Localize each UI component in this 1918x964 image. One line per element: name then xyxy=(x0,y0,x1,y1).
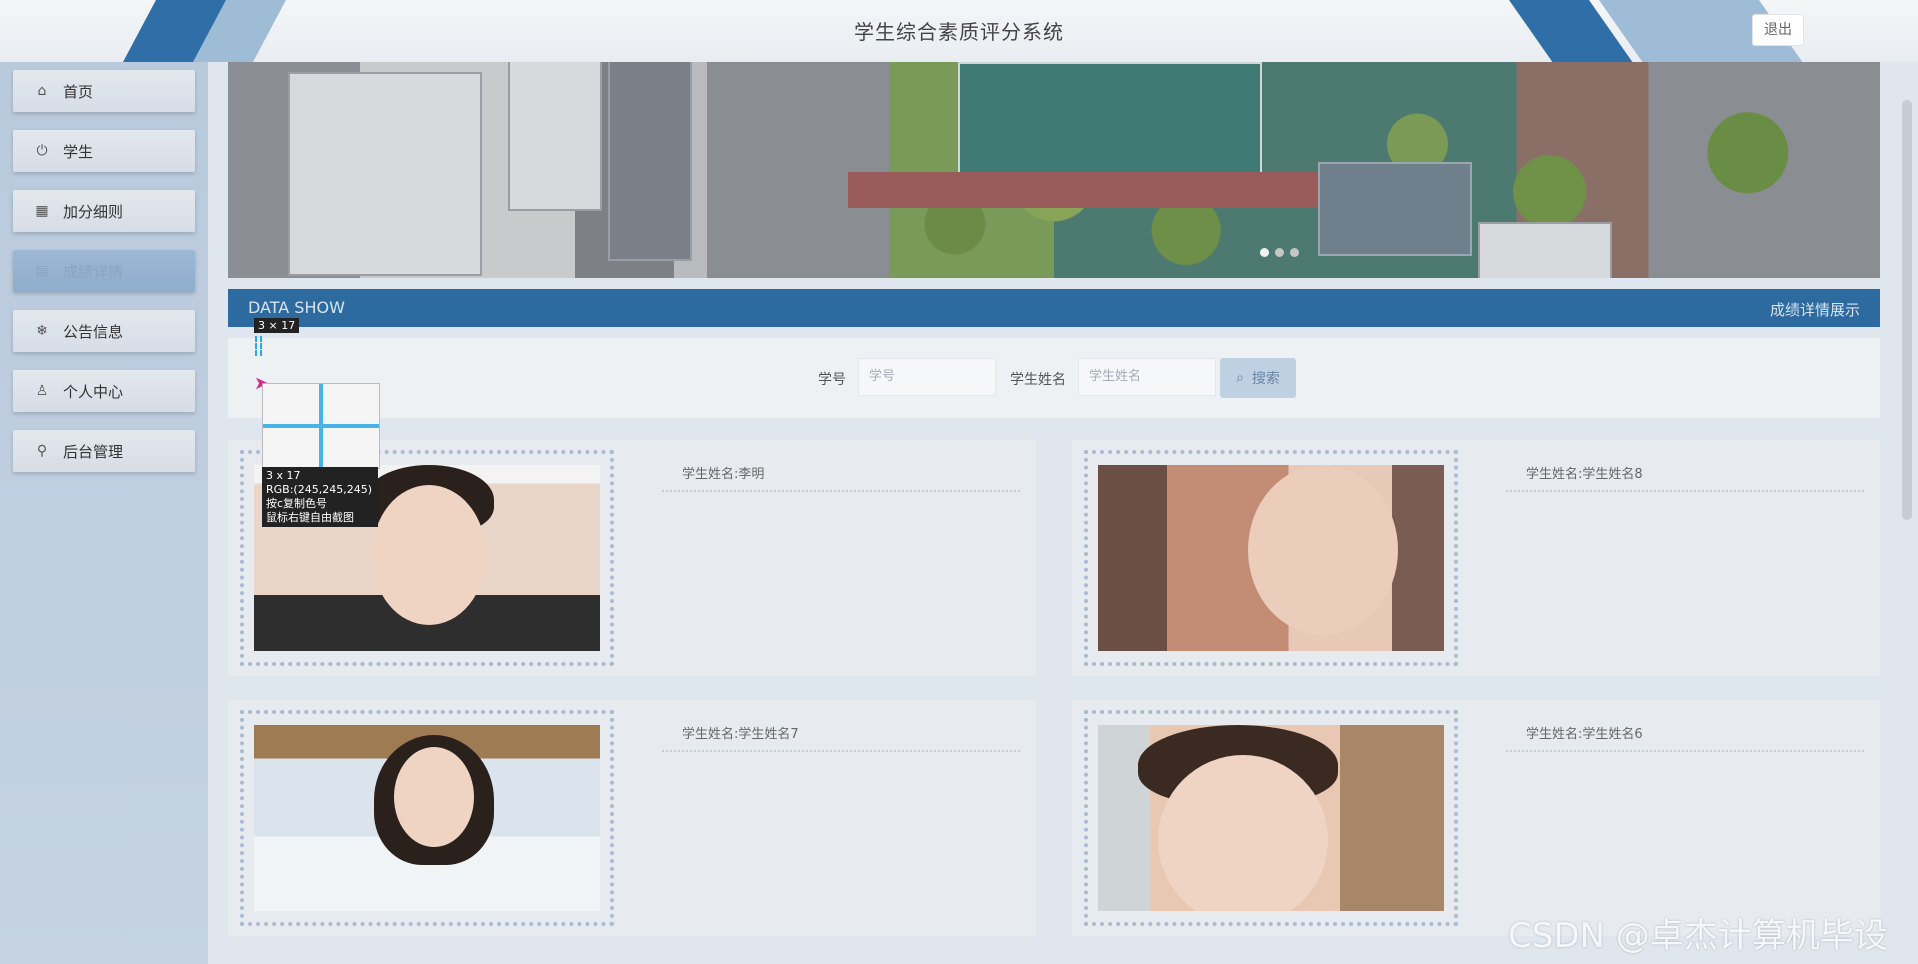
sidebar-item-label: 成绩详情 xyxy=(63,262,124,281)
search-icon: ⌕ xyxy=(1236,370,1244,386)
student-id-label: 学号 xyxy=(818,372,846,388)
sidebar-item-announcements[interactable]: ❄ 公告信息 xyxy=(0,310,208,364)
sidebar-item-label: 后台管理 xyxy=(63,442,124,461)
sidebar-item-score-details[interactable]: ▤ 成绩详情 xyxy=(0,250,208,304)
capture-info-copy: 按c复制色号 xyxy=(266,497,328,510)
divider xyxy=(662,490,1020,492)
search-panel: 学号 学号 学生姓名 学生姓名 ⌕ 搜索 xyxy=(228,338,1880,418)
page-title: 学生综合素质评分系统 xyxy=(854,20,1064,44)
search-button[interactable]: ⌕ 搜索 xyxy=(1220,358,1296,398)
divider xyxy=(1506,490,1864,492)
sidebar-item-home[interactable]: ⌂ 首页 xyxy=(0,70,208,124)
student-name: 学生姓名:学生姓名8 xyxy=(1526,467,1643,482)
student-name-label: 学生姓名 xyxy=(1010,372,1066,388)
document-icon: ▤ xyxy=(35,263,49,279)
watermark: CSDN @卓杰计算机毕设 xyxy=(1508,916,1888,956)
sidebar-item-bonus-rules[interactable]: ▦ 加分细则 xyxy=(0,190,208,244)
user-icon: ♙ xyxy=(35,383,49,399)
capture-info-capture: 鼠标右键自由截图 xyxy=(266,511,354,524)
banner-court xyxy=(1318,162,1472,256)
student-id-input[interactable]: 学号 xyxy=(858,358,996,396)
carousel-dot[interactable] xyxy=(1290,248,1299,257)
grid-icon: ▦ xyxy=(35,203,49,219)
sidebar-item-admin[interactable]: ⚲ 后台管理 xyxy=(0,430,208,484)
snowflake-icon: ❄ xyxy=(36,323,48,339)
sidebar-item-students[interactable]: ⏻ 学生 xyxy=(0,130,208,184)
carousel-dot[interactable] xyxy=(1275,248,1284,257)
student-name-input[interactable]: 学生姓名 xyxy=(1078,358,1216,396)
sidebar-item-label: 首页 xyxy=(63,82,94,101)
student-card[interactable]: 学生姓名:学生姓名6 xyxy=(1072,700,1880,936)
capture-info-size: 3 x 17 xyxy=(266,469,301,482)
banner-building xyxy=(608,62,692,261)
student-card[interactable]: 学生姓名:学生姓名8 xyxy=(1072,440,1880,676)
divider xyxy=(1506,750,1864,752)
photo-frame xyxy=(1084,710,1458,926)
section-subtitle: 成绩详情展示 xyxy=(1769,301,1860,319)
sidebar-item-label: 学生 xyxy=(63,142,94,161)
banner-building xyxy=(1478,222,1612,278)
scrollbar[interactable] xyxy=(1902,100,1912,520)
banner-carousel[interactable] xyxy=(228,62,1880,278)
banner-building xyxy=(288,72,482,276)
logout-button[interactable]: 退出 xyxy=(1752,14,1804,46)
banner-field xyxy=(958,62,1262,176)
student-photo[interactable] xyxy=(1098,465,1444,651)
top-header: 学生综合素质评分系统 退出 xyxy=(0,0,1918,62)
sidebar-item-label: 个人中心 xyxy=(63,382,124,401)
magnifier-preview xyxy=(262,383,380,469)
sidebar-item-label: 加分细则 xyxy=(63,202,124,221)
link-icon: ⚲ xyxy=(36,443,48,459)
section-header: DATA SHOW 成绩详情展示 xyxy=(228,289,1880,327)
capture-info-rgb: RGB:(245,245,245) xyxy=(266,483,372,496)
carousel-dot[interactable] xyxy=(1260,248,1269,257)
student-name: 学生姓名:学生姓名7 xyxy=(682,727,799,742)
student-name: 学生姓名:李明 xyxy=(682,467,765,482)
divider xyxy=(662,750,1020,752)
student-photo[interactable] xyxy=(1098,725,1444,911)
carousel-indicators xyxy=(1260,248,1299,257)
student-name: 学生姓名:学生姓名6 xyxy=(1526,727,1643,742)
section-title: DATA SHOW xyxy=(248,298,345,317)
capture-size-badge: 3 × 17 xyxy=(254,318,300,333)
capture-info-panel: 3 x 17 RGB:(245,245,245) 按c复制色号 鼠标右键自由截图 xyxy=(262,467,378,527)
capture-selection xyxy=(255,336,262,356)
search-button-label: 搜索 xyxy=(1251,371,1280,387)
home-icon: ⌂ xyxy=(37,83,47,99)
student-photo[interactable] xyxy=(254,725,600,911)
photo-frame xyxy=(240,710,614,926)
banner-building xyxy=(508,62,602,211)
photo-frame xyxy=(1084,450,1458,666)
power-icon: ⏻ xyxy=(36,143,48,159)
sidebar-item-label: 公告信息 xyxy=(63,322,124,341)
student-card[interactable]: 学生姓名:学生姓名7 xyxy=(228,700,1036,936)
sidebar: ⌂ 首页 ⏻ 学生 ▦ 加分细则 ▤ 成绩详情 ❄ 公告信息 ♙ 个人中心 ⚲ … xyxy=(0,62,208,964)
sidebar-item-profile[interactable]: ♙ 个人中心 xyxy=(0,370,208,424)
